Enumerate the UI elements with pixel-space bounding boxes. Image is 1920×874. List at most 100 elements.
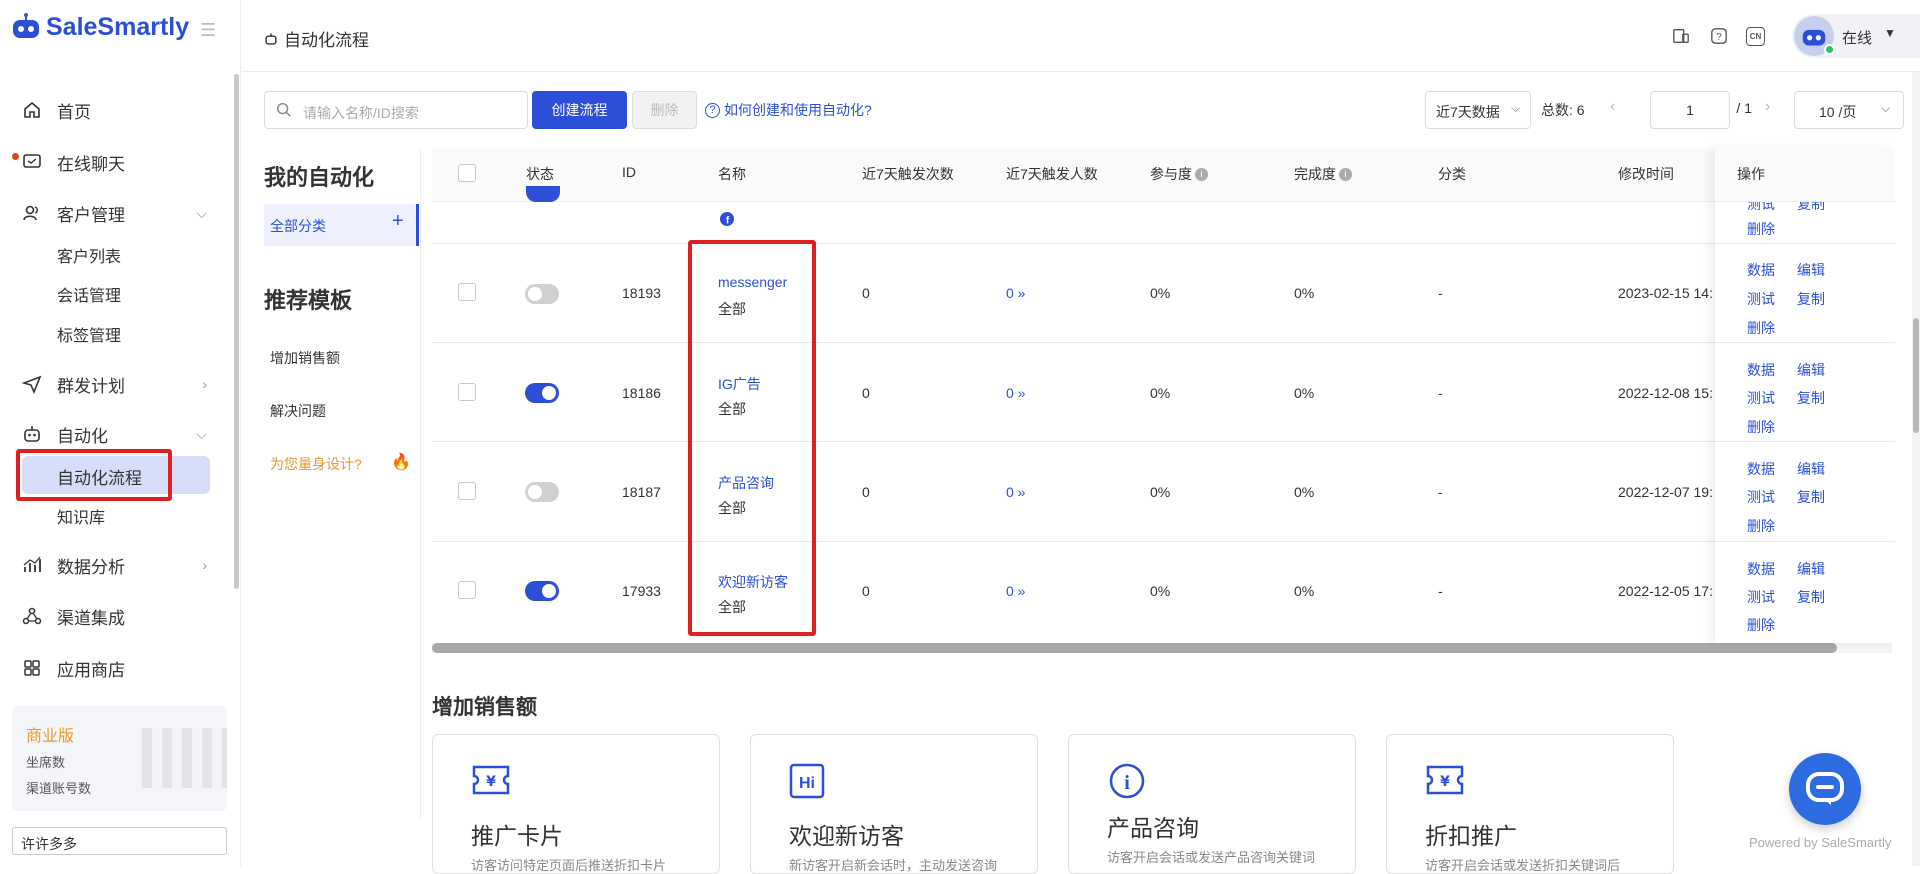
op-edit[interactable]: 编辑 (1797, 459, 1825, 479)
row-checkbox[interactable] (458, 581, 476, 599)
toggle-knob (528, 287, 542, 301)
chevron-down-icon: ⌵ (196, 425, 207, 442)
next-page-icon[interactable]: › (1765, 98, 1770, 116)
op-data[interactable]: 数据 (1747, 559, 1775, 579)
row-completion: 0% (1294, 385, 1315, 401)
nav-sessions[interactable]: 会话管理 (57, 282, 121, 306)
th-actions: 操作 (1737, 166, 1765, 182)
device-icon[interactable] (1672, 27, 1690, 50)
template-solve[interactable]: 解决问题 (270, 401, 326, 421)
row-participation: 0% (1150, 484, 1171, 500)
nav-home[interactable]: 首页 (22, 95, 207, 125)
chevron-right-icon: › (202, 376, 207, 392)
row-modified: 2022-12-07 19: (1618, 484, 1713, 500)
sidebar: SaleSmartly ☰ 首页 在线聊天 客户管理 ⌵ 客户列表 会话管理 标… (0, 0, 241, 866)
row-checkbox[interactable] (458, 482, 476, 500)
nav-automation[interactable]: 自动化 ⌵ (22, 419, 207, 449)
search-icon (275, 101, 293, 124)
v-scrollbar[interactable] (1913, 318, 1919, 433)
topbar: 自动化流程 ? CN 在线 ▼ (242, 0, 1920, 72)
op-test[interactable]: 测试 (1747, 587, 1775, 607)
add-category-icon[interactable]: + (392, 210, 404, 233)
op-edit[interactable]: 编辑 (1797, 360, 1825, 380)
nav-tags[interactable]: 标签管理 (57, 322, 121, 346)
row-checkbox[interactable] (458, 383, 476, 401)
card-title: 产品咨询 (1107, 815, 1199, 841)
row-people-link[interactable]: 0 » (1006, 583, 1025, 599)
h-scrollbar[interactable] (432, 643, 1837, 653)
op-test[interactable]: 测试 (1747, 487, 1775, 507)
template-card[interactable]: Hi 欢迎新访客 新访客开启新会话时，主动发送咨询 (750, 734, 1038, 874)
nav-broadcast[interactable]: 群发计划 › (22, 369, 207, 399)
delete-button[interactable]: 删除 (632, 91, 697, 129)
select-all-checkbox[interactable] (458, 164, 476, 182)
row-checkbox[interactable] (458, 283, 476, 301)
help-link[interactable]: ? 如何创建和使用自动化? (705, 100, 872, 120)
status-toggle[interactable] (525, 383, 559, 403)
template-custom[interactable]: 为您量身设计? (270, 454, 362, 474)
prev-page-icon[interactable]: ‹ (1610, 98, 1615, 116)
op-copy[interactable]: 复制 (1797, 587, 1825, 607)
nav-knowledge[interactable]: 知识库 (57, 504, 105, 528)
info-icon[interactable]: i (1339, 167, 1352, 181)
op-edit[interactable]: 编辑 (1797, 559, 1825, 579)
plan-card[interactable]: 商业版 坐席数 渠道账号数 (12, 706, 227, 811)
status-toggle[interactable] (526, 186, 560, 202)
template-card[interactable]: ¥ 推广卡片 访客访问特定页面后推送折扣卡片 (432, 734, 720, 874)
template-sales[interactable]: 增加销售额 (270, 348, 340, 368)
nav-label: 客户管理 (57, 205, 125, 225)
search-box[interactable]: 请输入名称/ID搜索 (264, 91, 528, 129)
nav-channels[interactable]: 渠道集成 (22, 601, 207, 631)
sidebar-scrollbar[interactable] (234, 74, 239, 589)
row-people-link[interactable]: 0 » (1006, 484, 1025, 500)
language-switch[interactable]: CN (1746, 27, 1765, 46)
nav-customer-list[interactable]: 客户列表 (57, 243, 121, 267)
op-test[interactable]: 测试 (1747, 202, 1775, 210)
op-test[interactable]: 测试 (1747, 388, 1775, 408)
brand-logo[interactable]: SaleSmartly (10, 12, 189, 42)
menu-collapse-icon[interactable]: ☰ (200, 20, 216, 41)
op-delete[interactable]: 删除 (1747, 516, 1775, 536)
chat-widget-button[interactable] (1789, 753, 1861, 825)
op-delete[interactable]: 删除 (1747, 318, 1775, 338)
template-card[interactable]: ¥ 折扣推广 访客开启会话或发送折扣关键词后 (1386, 734, 1674, 874)
nav-app-store[interactable]: 应用商店 (22, 653, 207, 683)
template-card[interactable]: i 产品咨询 访客开启会话或发送产品咨询关键词 (1068, 734, 1356, 874)
help-icon[interactable]: ? (1710, 27, 1728, 50)
nav-customers[interactable]: 客户管理 ⌵ (22, 198, 207, 228)
nav-chat[interactable]: 在线聊天 (12, 147, 207, 177)
create-flow-button[interactable]: 创建流程 (532, 91, 627, 129)
op-copy[interactable]: 复制 (1797, 202, 1825, 210)
nav-label: 数据分析 (57, 557, 125, 577)
page-size-select[interactable]: 10 /页 ⌵ (1794, 91, 1904, 129)
op-copy[interactable]: 复制 (1797, 487, 1825, 507)
op-edit[interactable]: 编辑 (1797, 260, 1825, 280)
row-people-link[interactable]: 0 » (1006, 285, 1025, 301)
partial-ops: 测试 复制 (1715, 202, 1895, 210)
category-all[interactable]: 全部分类 + (264, 204, 419, 246)
op-delete[interactable]: 删除 (1747, 417, 1775, 437)
op-data[interactable]: 数据 (1747, 459, 1775, 479)
th-triggers: 近7天触发次数 (862, 166, 954, 182)
search-input[interactable]: 请输入名称/ID搜索 (303, 103, 419, 123)
op-data[interactable]: 数据 (1747, 260, 1775, 280)
user-name-field[interactable]: 许许多多 (12, 827, 227, 855)
op-copy[interactable]: 复制 (1797, 388, 1825, 408)
row-people-link[interactable]: 0 » (1006, 385, 1025, 401)
row-id: 17933 (622, 583, 661, 599)
op-delete[interactable]: 删除 (1747, 219, 1775, 239)
user-status-menu[interactable]: 在线 ▼ (1792, 14, 1920, 58)
row-completion: 0% (1294, 583, 1315, 599)
op-data[interactable]: 数据 (1747, 360, 1775, 380)
op-test[interactable]: 测试 (1747, 289, 1775, 309)
range-select[interactable]: 近7天数据 ⌵ (1425, 91, 1531, 129)
unread-dot (12, 153, 19, 160)
op-copy[interactable]: 复制 (1797, 289, 1825, 309)
row-triggers: 0 (862, 484, 870, 500)
status-toggle[interactable] (525, 284, 559, 304)
op-delete[interactable]: 删除 (1747, 615, 1775, 635)
info-icon[interactable]: i (1195, 167, 1208, 181)
nav-analytics[interactable]: 数据分析 › (22, 550, 207, 580)
status-toggle[interactable] (525, 581, 559, 601)
status-toggle[interactable] (525, 482, 559, 502)
